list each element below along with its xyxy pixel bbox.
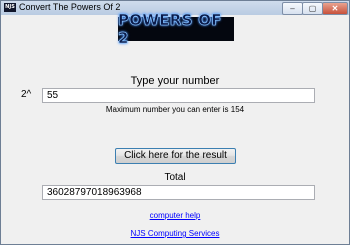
minimize-button[interactable]: – bbox=[282, 2, 303, 15]
banner-text: POWERS OF 2 bbox=[118, 11, 222, 48]
power-prefix-label: 2^ bbox=[21, 89, 32, 100]
maximize-button[interactable]: ▢ bbox=[302, 2, 323, 15]
computer-help-link[interactable]: computer help bbox=[1, 211, 349, 220]
powers-of-2-banner: POWERS OF 2 bbox=[118, 11, 234, 47]
exponent-input[interactable]: 55 bbox=[42, 88, 315, 103]
close-button[interactable]: ✕ bbox=[322, 2, 348, 15]
total-output-field[interactable]: 36028797018963968 bbox=[42, 185, 315, 200]
max-number-note: Maximum number you can enter is 154 bbox=[105, 105, 245, 114]
njs-computing-services-link[interactable]: NJS Computing Services bbox=[1, 229, 349, 238]
result-button[interactable]: Click here for the result bbox=[115, 148, 236, 164]
window-title: Convert The Powers Of 2 bbox=[19, 2, 121, 12]
total-label: Total bbox=[164, 172, 186, 183]
app-window: NJS Convert The Powers Of 2 – ▢ ✕ POWERS… bbox=[0, 0, 350, 245]
app-icon: NJS bbox=[4, 3, 16, 12]
type-number-label: Type your number bbox=[130, 75, 220, 87]
